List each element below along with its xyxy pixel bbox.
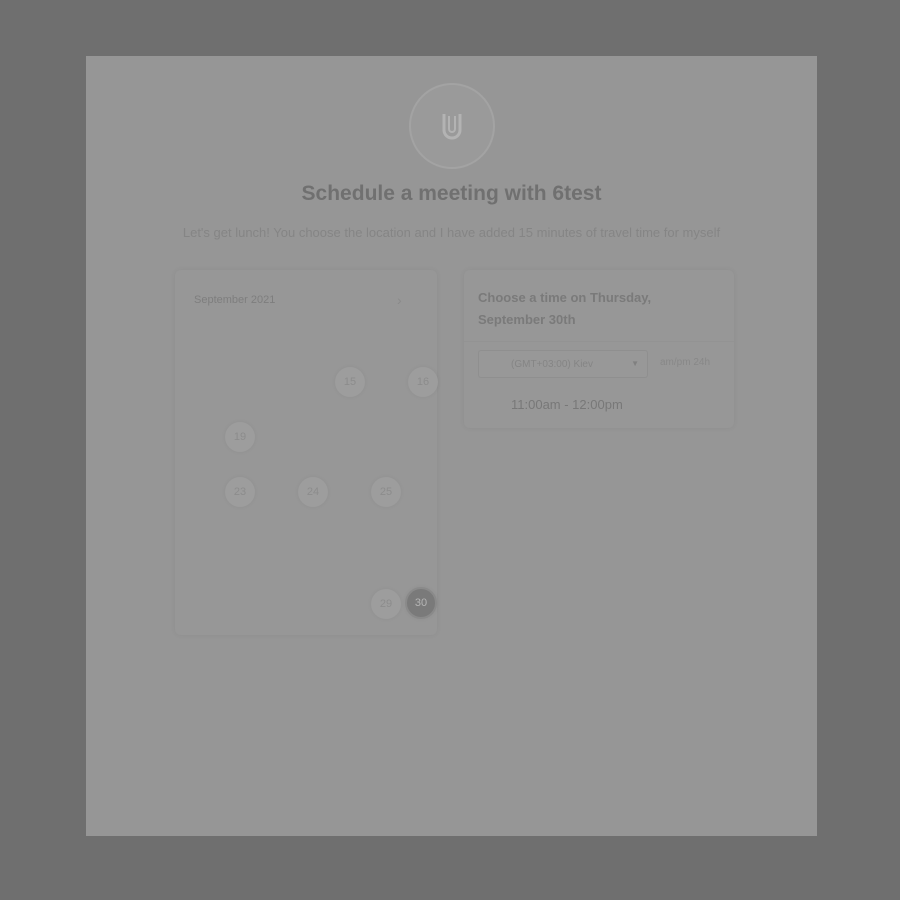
chevron-right-icon[interactable]: › (397, 292, 402, 308)
timezone-value: (GMT+03:00) Kiev (511, 358, 593, 370)
logo (409, 83, 495, 169)
calendar-day[interactable]: 16 (408, 367, 438, 397)
time-slot[interactable]: 11:00am - 12:00pm (478, 390, 718, 418)
calendar-day[interactable]: 25 (371, 477, 401, 507)
calendar-panel: September 2021 › 15 16 19 23 24 25 29 30 (175, 270, 438, 635)
calendar-day[interactable]: 29 (371, 589, 401, 619)
calendar-day-selected[interactable]: 30 (405, 587, 437, 619)
time-format-toggle: am/pm 24h (660, 357, 710, 368)
format-am-pm-option[interactable]: am/pm (660, 357, 691, 368)
page-subtitle: Let's get lunch! You choose the location… (182, 225, 721, 240)
brand-logo-icon (442, 114, 462, 140)
calendar-day[interactable]: 19 (225, 422, 255, 452)
calendar-month-label: September 2021 (194, 294, 276, 306)
time-panel-header: Choose a time on Thursday, September 30t… (464, 270, 734, 342)
timezone-select[interactable]: (GMT+03:00) Kiev ▼ (478, 350, 648, 378)
page-title: Schedule a meeting with 6test (301, 182, 602, 205)
calendar-day[interactable]: 24 (298, 477, 328, 507)
calendar-day[interactable]: 15 (335, 367, 365, 397)
time-panel: Choose a time on Thursday, September 30t… (464, 270, 734, 428)
scheduling-card: Schedule a meeting with 6test Let's get … (86, 56, 817, 836)
format-24h-option[interactable]: 24h (693, 357, 710, 368)
time-panel-title: Choose a time on Thursday, September 30t… (478, 290, 652, 327)
caret-down-icon: ▼ (631, 359, 639, 368)
calendar-day[interactable]: 23 (225, 477, 255, 507)
